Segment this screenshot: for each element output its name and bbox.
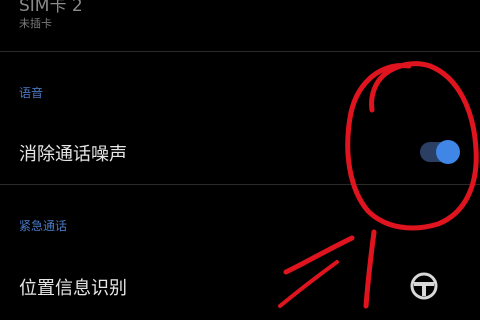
noise-cancel-row[interactable]: 消除通话噪声 (0, 124, 480, 182)
section-header-voice: 语音 (19, 86, 44, 100)
section-header-emergency: 紧急通话 (19, 219, 68, 233)
noise-cancel-label: 消除通话噪声 (19, 144, 127, 165)
noise-cancel-toggle[interactable] (420, 140, 460, 164)
divider (0, 51, 480, 52)
location-id-label: 位置信息识别 (19, 278, 127, 299)
sim-card-2-row[interactable]: SIM卡 2 未插卡 (0, 0, 480, 52)
watermark-logo-icon (410, 272, 438, 300)
divider (0, 184, 480, 185)
sim-card-2-title: SIM卡 2 (19, 0, 83, 16)
toggle-knob (436, 140, 460, 164)
settings-screen: SIM卡 2 未插卡 语音 消除通话噪声 紧急通话 位置信息识别 (0, 0, 480, 320)
sim-card-2-status: 未插卡 (19, 17, 52, 30)
